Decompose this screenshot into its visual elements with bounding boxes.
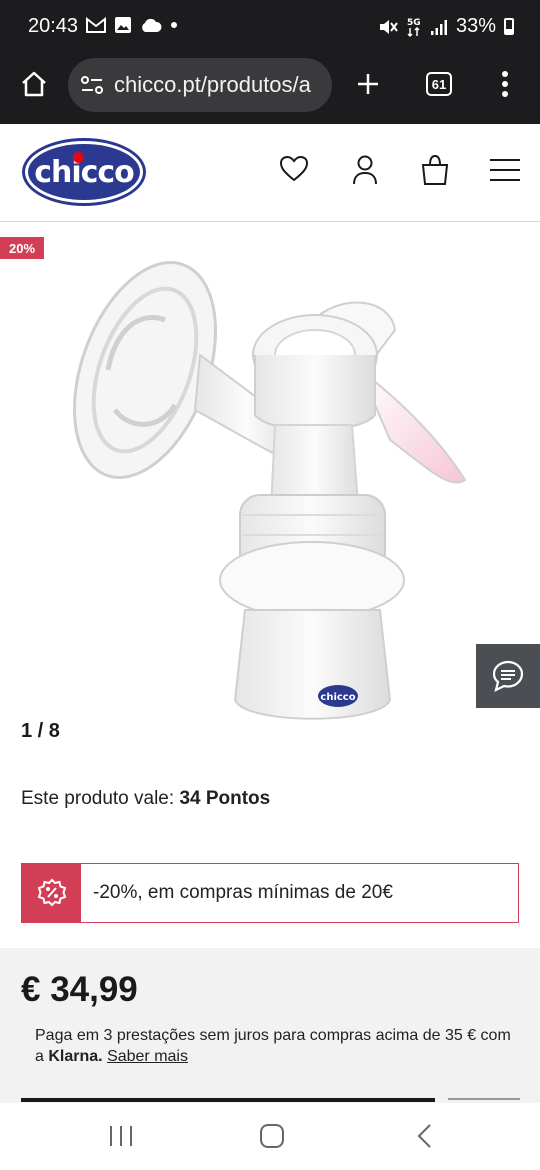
site-header: chicco (0, 124, 540, 222)
percent-badge-icon (37, 878, 66, 907)
points-value: 34 Pontos (179, 788, 271, 809)
5g-signal-icon: 5G (407, 18, 421, 37)
klarna-info: Paga em 3 prestações sem juros para comp… (35, 1025, 515, 1067)
discount-badge: 20% (0, 237, 44, 259)
bag-icon[interactable] (420, 154, 450, 186)
klarna-brand: Klarna. (48, 1048, 103, 1065)
url-text: chicco.pt/produtos/a (114, 72, 311, 97)
gallery-icon (115, 17, 131, 33)
price-section: € 34,99 Paga em 3 prestações sem juros p… (0, 948, 540, 1108)
mute-icon (379, 19, 398, 34)
logo-text: chicco (34, 154, 135, 190)
chat-button[interactable] (476, 644, 540, 708)
promo-icon-box (22, 864, 81, 922)
klarna-learn-more-link[interactable]: Saber mais (107, 1048, 188, 1065)
recents-icon[interactable] (108, 1125, 134, 1147)
home-icon[interactable] (20, 70, 48, 98)
image-pager: 1 / 8 (21, 720, 60, 742)
heart-icon[interactable] (279, 154, 309, 184)
signal-icon (430, 19, 447, 35)
plus-icon[interactable] (356, 72, 380, 96)
site-settings-icon[interactable] (80, 75, 104, 95)
user-icon[interactable] (351, 154, 379, 186)
product-image[interactable]: chicco (70, 260, 470, 730)
promo-text: -20%, em compras mínimas de 20€ (93, 882, 393, 903)
gmail-icon (86, 17, 106, 33)
promo-banner: -20%, em compras mínimas de 20€ (21, 863, 519, 923)
product-price: € 34,99 (21, 970, 138, 1009)
system-nav-bar (0, 1103, 540, 1170)
hamburger-icon[interactable] (490, 158, 520, 182)
dot-icon (171, 22, 177, 28)
status-right: 5G 33% (378, 15, 514, 38)
tab-switcher-button[interactable]: 61 (426, 72, 452, 96)
more-vertical-icon[interactable] (500, 70, 510, 98)
logo-dot (73, 152, 84, 163)
home-nav-icon[interactable] (259, 1123, 285, 1149)
svg-text:5G: 5G (407, 18, 421, 28)
browser-toolbar: chicco.pt/produtos/a 61 (0, 56, 540, 124)
loyalty-points: Este produto vale: 34 Pontos (21, 788, 270, 810)
address-bar[interactable]: chicco.pt/produtos/a (68, 58, 332, 112)
status-time: 20:43 (28, 15, 79, 37)
points-label: Este produto vale: (21, 788, 175, 809)
battery-icon (504, 18, 514, 35)
bottle-logo-text: chicco (320, 692, 355, 703)
notification-icons (86, 16, 178, 34)
wishlist-button[interactable] (448, 1098, 520, 1102)
cloud-icon (142, 18, 162, 32)
chat-icon (492, 660, 524, 693)
chicco-logo[interactable]: chicco (22, 138, 146, 206)
status-bar: 20:43 5G 33% (0, 0, 540, 56)
add-to-cart-button[interactable] (21, 1098, 435, 1102)
back-icon[interactable] (416, 1123, 432, 1149)
battery-percent: 33% (455, 15, 496, 37)
